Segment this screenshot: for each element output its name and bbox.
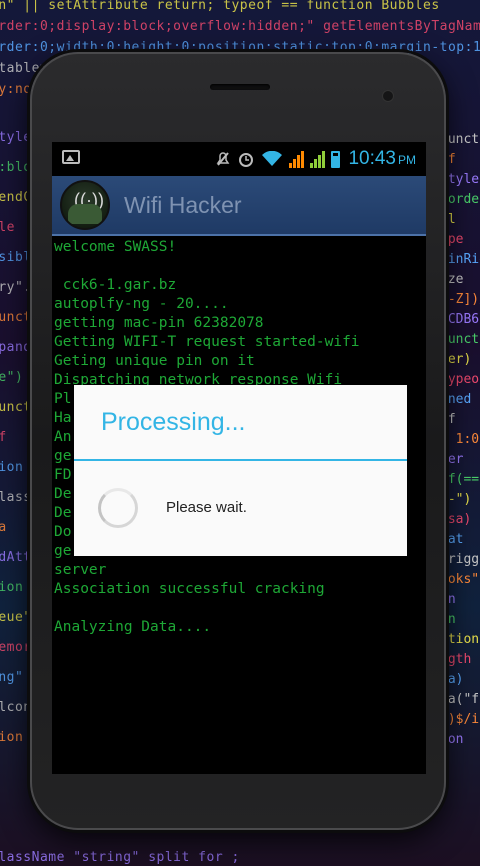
gallery-icon [62,149,80,164]
dialog-message: Please wait. [166,499,247,516]
background-code-right-column: function if style border-nl vpe ginRigh ize A-Z… [440,130,480,830]
background-code-line: if [440,412,456,427]
background-code-line: order:0;display:block;overflow:hidden;" … [0,19,480,34]
signal-icon [289,150,305,168]
background-code-line: ery". [0,280,32,295]
background-code-line: ing" [0,670,24,685]
clock: 10:43 PM [348,148,416,169]
background-code-line: className "string" split for ; [0,850,240,865]
background-code-line: tion [0,460,24,475]
background-code-line: . [440,750,480,770]
background-code-line: 7CDB6E- [440,312,480,327]
background-code-line: style [0,130,32,145]
console-line: autoplfy-ng - 20.... [54,296,229,312]
background-code-line: nl [440,212,456,227]
status-bar: 10:43 PM [52,142,426,176]
background-code-line: if [440,152,456,167]
background-code-line: dat [440,532,464,547]
background-code-line: on [440,592,456,607]
background-code-line: typeof [440,372,480,387]
background-code-line: ooks" [440,572,480,587]
background-code-line: on [440,612,456,627]
background-code-line: ler) [440,352,472,367]
battery-icon [331,150,341,168]
app-title: Wifi Hacker [124,191,242,218]
front-camera [382,90,394,102]
background-code-line: d)$/i [440,712,480,727]
console-line: Analyzing Data.... [54,619,212,635]
background-code-line: tion [0,730,24,745]
background-code-line: border- [440,192,480,207]
console-line: Getting WIFI-T request started-wifi [54,334,360,350]
background-code-line: if [0,430,7,445]
background-code-line: ve") [0,370,24,385]
phone-speaker [210,84,270,90]
console-line: Association successful cracking [54,581,325,597]
console-line: getting mac-pin 62382078 [54,315,264,331]
action-bar: ((·)) Wifi Hacker [52,176,426,236]
console-line: server [54,562,107,578]
background-code-line: /a("f [440,692,480,707]
background-code-line: functio [440,332,480,347]
console-line: Geting unique pin on it [54,353,255,369]
signal-icon [310,150,326,168]
background-code-line: ? 1:0 [440,432,480,447]
wifi-icon [261,151,283,167]
background-code-line: ined [440,392,472,407]
dialog-body: Please wait. [74,461,407,554]
background-code-line: on" || setAttribute return; typeof == fu… [0,0,440,13]
background-code-line: (a) [440,672,464,687]
alarm-icon [237,150,255,168]
background-code-line: memor [0,640,32,655]
background-code-line: function [440,132,480,147]
background-code-line: isa) [440,512,472,527]
background-code-line: tion [0,580,24,595]
background-code-line: a-") [440,492,472,507]
background-code-line: ngth [440,652,472,667]
background-code-line: pa [0,520,7,535]
background-code-line: A-Z])/g [440,292,480,307]
console-line: cck6-1.gar.bz [54,277,177,293]
background-code-line: ueue" [0,610,32,625]
background-code-line: trigger [440,552,480,567]
mute-icon [215,150,231,168]
progress-dialog: Processing... Please wait. [74,385,407,556]
background-code-line: if(== [440,472,480,487]
background-code-line: funct [0,400,32,415]
loading-spinner-icon [98,487,138,528]
dialog-title: Processing... [74,385,407,461]
background-code-line: ion [440,732,464,747]
background-code-line: ize [440,272,464,287]
app-hacker-icon[interactable]: ((·)) [60,180,110,230]
background-code-line: ction [440,632,480,647]
background-code-line: gle [0,220,15,235]
background-code-line: vpe [440,232,464,247]
background-code-line: ler [440,452,464,467]
background-code-line: ginRigh [440,252,480,267]
background-code-line: style [440,172,480,187]
console-line: welcome SWASS! [54,239,177,255]
